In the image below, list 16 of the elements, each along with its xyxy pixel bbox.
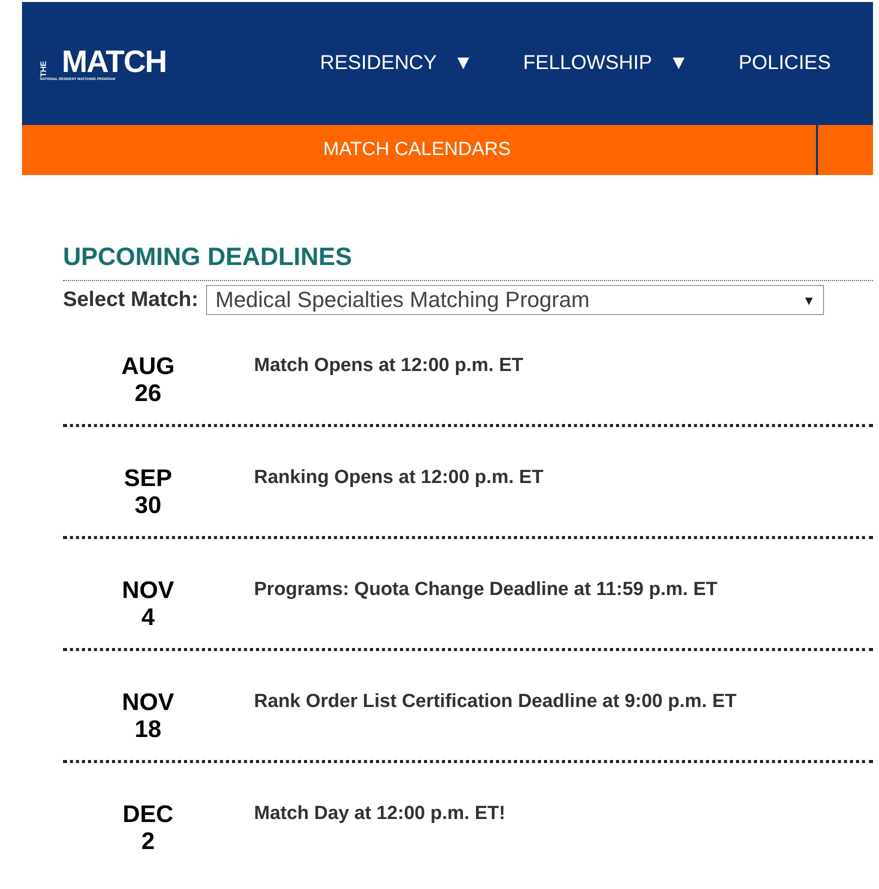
nav-link[interactable]: FELLOWSHIP ▼ xyxy=(523,52,689,75)
date-label: AUG 26 xyxy=(120,353,176,409)
date-label: NOV 18 xyxy=(120,689,175,745)
nav-link[interactable]: RESIDENCY ▼ xyxy=(320,52,474,75)
match-dropdown[interactable]: Medical Specialties Matching Program ▼ xyxy=(206,285,824,315)
select-label: Select Match: xyxy=(63,288,198,312)
deadline-text: Programs: Quota Change Deadline at 11:59 p.m. ET xyxy=(254,578,718,602)
date-label: NOV 4 xyxy=(120,577,175,633)
nav-link[interactable]: POLICIES xyxy=(738,52,831,75)
deadline-text: Match Opens at 12:00 p.m. ET xyxy=(254,354,524,378)
deadline-text: Ranking Opens at 12:00 p.m. ET xyxy=(254,466,544,490)
date-label: SEP 30 xyxy=(122,465,174,521)
date-label: DEC 2 xyxy=(122,801,174,857)
deadline-text: Rank Order List Certification Deadline at 9:00 p.m. ET xyxy=(254,690,737,714)
deadline-text: Match Day at 12:00 p.m. ET! xyxy=(254,802,506,826)
section-title: UPCOMING DEADLINES xyxy=(63,243,873,281)
